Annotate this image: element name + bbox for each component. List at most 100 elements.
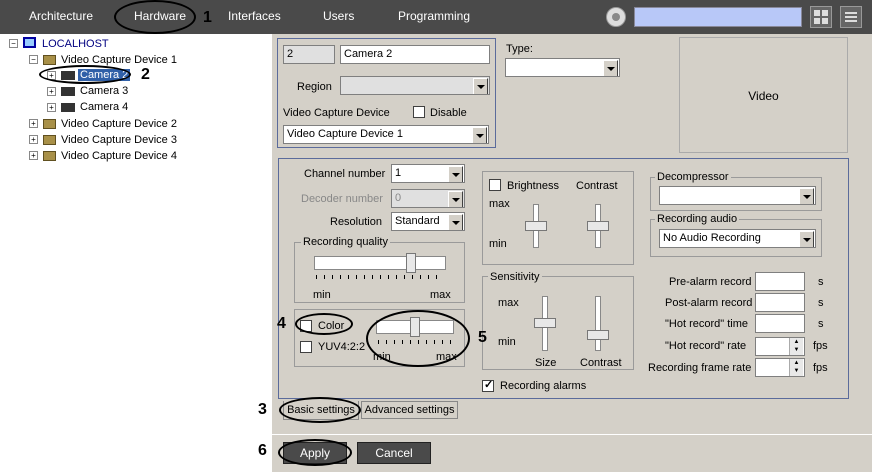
capture-card-icon — [43, 119, 56, 129]
hardware-tree: − LOCALHOST − Video Capture Device 1 + C… — [0, 34, 272, 472]
tab-programming[interactable]: Programming — [398, 9, 470, 23]
decompressor-title: Decompressor — [655, 171, 731, 183]
contrast-slider-thumb[interactable] — [587, 221, 609, 231]
settings-gear-icon[interactable] — [606, 7, 626, 27]
disable-label: Disable — [430, 107, 467, 119]
capture-card-icon — [43, 135, 56, 145]
tree-device-2[interactable]: Video Capture Device 2 — [61, 118, 177, 130]
tree-camera-4[interactable]: Camera 4 — [80, 101, 128, 113]
prealarm-label: Pre-alarm record — [669, 276, 752, 288]
cancel-button[interactable]: Cancel — [357, 442, 431, 464]
menu-icon[interactable] — [840, 6, 862, 28]
sensitivity-title: Sensitivity — [488, 271, 542, 283]
tab-interfaces[interactable]: Interfaces — [228, 9, 281, 23]
size-slider-thumb[interactable] — [534, 318, 556, 328]
annotation-oval — [278, 439, 352, 466]
postalarm-label: Post-alarm record — [665, 297, 753, 309]
channel-label: Channel number — [304, 168, 386, 180]
tab-advanced-settings[interactable]: Advanced settings — [361, 401, 458, 419]
resolution-label: Resolution — [330, 216, 382, 228]
resolution-select[interactable]: Standard — [391, 212, 465, 231]
tab-users[interactable]: Users — [323, 9, 354, 23]
dropdown-arrow-icon[interactable] — [799, 188, 814, 204]
hot-time-input[interactable] — [755, 314, 805, 333]
tab-architecture[interactable]: Architecture — [29, 9, 93, 23]
camera-name-field[interactable]: Camera 2 — [340, 45, 490, 64]
decoder-select: 0 — [391, 189, 465, 208]
region-select[interactable] — [340, 76, 490, 95]
camera-id-field[interactable]: 2 — [283, 45, 335, 64]
dropdown-arrow-icon[interactable] — [448, 214, 463, 230]
hot-time-label: "Hot record" time — [665, 318, 748, 330]
quality-min-label: min — [313, 289, 331, 301]
collapse-icon[interactable]: − — [29, 55, 38, 64]
yuv-checkbox[interactable] — [300, 341, 312, 353]
dropdown-arrow-icon[interactable] — [448, 166, 463, 182]
disable-checkbox[interactable] — [413, 106, 425, 118]
camera-icon — [61, 87, 75, 96]
tree-device-4[interactable]: Video Capture Device 4 — [61, 150, 177, 162]
brightness-checkbox[interactable] — [489, 179, 501, 191]
yuv-label: YUV4:2:2 — [318, 341, 366, 353]
decoder-label: Decoder number — [301, 193, 383, 205]
dropdown-arrow-icon[interactable] — [472, 127, 487, 143]
quality-slider-ticks — [316, 275, 444, 279]
sens-min-label: min — [498, 336, 516, 348]
dropdown-arrow-icon[interactable] — [603, 60, 618, 76]
expand-icon[interactable]: + — [29, 119, 38, 128]
frame-rate-label: Recording frame rate — [648, 362, 752, 374]
expand-icon[interactable]: + — [47, 103, 56, 112]
vcd-select[interactable]: Video Capture Device 1 — [283, 125, 489, 144]
search-input[interactable] — [634, 7, 802, 27]
computer-icon — [23, 37, 36, 48]
annotation-oval — [295, 313, 353, 335]
vcd-label: Video Capture Device — [283, 107, 390, 119]
tree-device-3[interactable]: Video Capture Device 3 — [61, 134, 177, 146]
hot-rate-spinner[interactable]: ▲ ▼ — [755, 337, 805, 356]
spinner-arrows-icon[interactable]: ▲ ▼ — [789, 338, 803, 355]
type-select[interactable] — [505, 58, 620, 77]
hot-time-unit: s — [818, 318, 824, 330]
sens-contrast-slider-track[interactable] — [595, 296, 601, 351]
tree-root[interactable]: LOCALHOST — [42, 38, 109, 50]
annotation-oval — [39, 65, 131, 84]
capture-card-icon — [43, 55, 56, 65]
dropdown-arrow-icon[interactable] — [473, 78, 488, 94]
vcd-value: Video Capture Device 1 — [287, 128, 403, 140]
collapse-icon[interactable]: − — [9, 39, 18, 48]
contrast-label: Contrast — [576, 180, 618, 192]
camera-icon — [61, 103, 75, 112]
decompressor-select[interactable] — [659, 186, 816, 205]
channel-value: 1 — [395, 167, 402, 179]
layout-grid-icon[interactable] — [810, 6, 832, 28]
brightness-slider-thumb[interactable] — [525, 221, 547, 231]
expand-icon[interactable]: + — [29, 151, 38, 160]
sens-contrast-label: Contrast — [580, 357, 622, 369]
bc-min-label: min — [489, 238, 507, 250]
size-label: Size — [535, 357, 557, 369]
audio-select[interactable]: No Audio Recording — [659, 229, 816, 248]
video-preview[interactable]: Video — [679, 37, 848, 153]
quality-slider-thumb[interactable] — [406, 253, 416, 273]
sens-contrast-slider-thumb[interactable] — [587, 330, 609, 340]
frame-rate-unit: fps — [813, 362, 828, 374]
recording-alarms-label: Recording alarms — [500, 380, 587, 392]
quality-slider-track[interactable] — [314, 256, 446, 270]
spinner-arrows-icon[interactable]: ▲ ▼ — [789, 359, 803, 376]
expand-icon[interactable]: + — [47, 87, 56, 96]
decoder-value: 0 — [395, 192, 402, 204]
frame-rate-spinner[interactable]: ▲ ▼ — [755, 358, 805, 377]
channel-select[interactable]: 1 — [391, 164, 465, 183]
tree-camera-3[interactable]: Camera 3 — [80, 85, 128, 97]
recording-audio-title: Recording audio — [655, 213, 740, 225]
recording-alarms-checkbox[interactable]: ✓ — [482, 379, 494, 392]
expand-icon[interactable]: + — [29, 135, 38, 144]
prealarm-input[interactable] — [755, 272, 805, 291]
recording-quality-title: Recording quality — [301, 236, 390, 248]
bc-max-label: max — [489, 198, 510, 210]
capture-card-icon — [43, 151, 56, 161]
dropdown-arrow-icon[interactable] — [799, 231, 814, 247]
postalarm-input[interactable] — [755, 293, 805, 312]
annotation-oval — [366, 310, 470, 367]
annotation-oval — [114, 0, 196, 34]
